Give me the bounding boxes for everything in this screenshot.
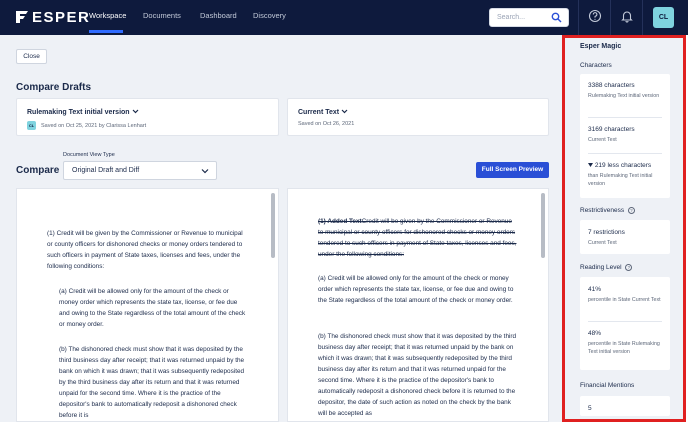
nav-workspace[interactable]: Workspace [89, 11, 126, 20]
search-placeholder: Search... [497, 14, 526, 21]
scrollbar[interactable] [541, 193, 545, 258]
reading-level-card: 41% percentile in State Current Text 48%… [580, 277, 670, 370]
metric-value: 3388 characters [588, 82, 635, 89]
restrictiveness-label: Restrictiveness ? [580, 207, 635, 214]
metric-sub: Current Text [588, 240, 617, 246]
reading-level-label: Reading Level ? [580, 264, 633, 272]
page-title: Compare Drafts [16, 82, 92, 93]
financial-mentions-label: Financial Mentions [580, 382, 635, 389]
added-text: (1) Added Text [318, 218, 362, 225]
metric-value: 5 [588, 405, 592, 412]
info-icon[interactable]: ? [625, 264, 633, 271]
metric-sub: Rulemaking Text initial version [588, 93, 660, 99]
metric-sub: than Rulemaking Text initial version [588, 173, 653, 187]
bell-icon[interactable] [620, 9, 634, 23]
nav-dashboard[interactable]: Dashboard [200, 11, 237, 20]
nav-discovery[interactable]: Discovery [253, 11, 286, 20]
paragraph: (a) Credit will be allowed only for the … [59, 288, 246, 328]
help-icon[interactable] [588, 9, 602, 23]
chevron-down-icon [132, 109, 138, 114]
right-draft-meta: Saved on Oct 26, 2021 [298, 121, 355, 127]
panel-title: Esper Magic [580, 43, 622, 50]
restrictiveness-card: 7 restrictions Current Text [580, 220, 670, 254]
metric-value-text: 219 less characters [594, 162, 652, 169]
divider [588, 117, 662, 118]
metric-value: 3169 characters [588, 126, 635, 133]
left-draft-selector[interactable]: Rulemaking Text initial version [27, 109, 139, 116]
metric-sub: Current Text [588, 137, 617, 143]
full-screen-preview-button[interactable]: Full Screen Preview [476, 162, 549, 178]
search-icon[interactable] [551, 12, 562, 23]
metric-sub: percentile in State Rulemaking Text init… [588, 341, 660, 355]
diff-paragraph: (1) Added TextCredit will be given by th… [318, 216, 518, 260]
right-draft-title: Current Text [298, 109, 340, 116]
view-type-value: Original Draft and Diff [72, 167, 140, 174]
nav-separator [610, 0, 611, 35]
left-document-pane[interactable]: (1) Credit will be given by the Commissi… [16, 188, 279, 422]
divider [588, 321, 662, 322]
right-document-pane[interactable]: (1) Added TextCredit will be given by th… [287, 188, 549, 422]
restrictiveness-label-text: Restrictiveness [580, 207, 625, 215]
metric-value: 48% [588, 330, 602, 337]
nav-separator [578, 0, 579, 35]
reading-level-label-text: Reading Level [580, 264, 622, 272]
left-draft-card: Rulemaking Text initial version CL Saved… [16, 98, 279, 136]
nav-separator [642, 0, 643, 35]
right-draft-selector[interactable]: Current Text [298, 109, 348, 116]
top-nav: ESPER Workspace Documents Dashboard Disc… [0, 0, 688, 35]
nav-documents[interactable]: Documents [143, 11, 181, 20]
triangle-down-icon [588, 163, 593, 167]
characters-card: 3388 characters Rulemaking Text initial … [580, 74, 670, 198]
avatar: CL [27, 121, 36, 130]
right-draft-card: Current Text Saved on Oct 26, 2021 [287, 98, 549, 136]
search-box[interactable]: Search... [489, 8, 569, 27]
metric-value: 219 less characters [588, 162, 651, 169]
chevron-down-icon [201, 169, 209, 174]
chevron-down-icon [341, 109, 348, 114]
left-draft-title: Rulemaking Text initial version [27, 109, 130, 116]
esper-logo[interactable]: ESPER [15, 8, 91, 26]
paragraph: (1) Credit will be given by the Commissi… [47, 230, 243, 270]
financial-mentions-card: 5 [580, 396, 670, 416]
characters-label: Characters [580, 62, 612, 69]
compare-heading: Compare [16, 165, 60, 176]
paragraph: (b) The dishonored check must show that … [318, 333, 517, 417]
paragraph: (a) Credit will be allowed only for the … [318, 275, 514, 304]
logo-text: ESPER [32, 8, 91, 26]
left-draft-meta: Saved on Oct 25, 2021 by Clarissa Lenhar… [41, 122, 147, 129]
info-icon[interactable]: ? [627, 207, 635, 214]
nav-active-indicator [89, 30, 123, 33]
paragraph: (b) The dishonored check must show that … [59, 346, 245, 419]
scrollbar[interactable] [271, 193, 275, 258]
metric-value: 41% [588, 286, 602, 293]
view-type-select[interactable]: Original Draft and Diff [63, 161, 217, 180]
view-type-label: Document View Type [63, 152, 115, 158]
metric-sub: percentile in State Current Text [588, 297, 661, 303]
esper-logo-icon [16, 11, 28, 23]
divider [588, 153, 662, 154]
user-avatar[interactable]: CL [653, 7, 674, 28]
metric-value: 7 restrictions [588, 229, 625, 236]
close-button[interactable]: Close [16, 49, 47, 64]
